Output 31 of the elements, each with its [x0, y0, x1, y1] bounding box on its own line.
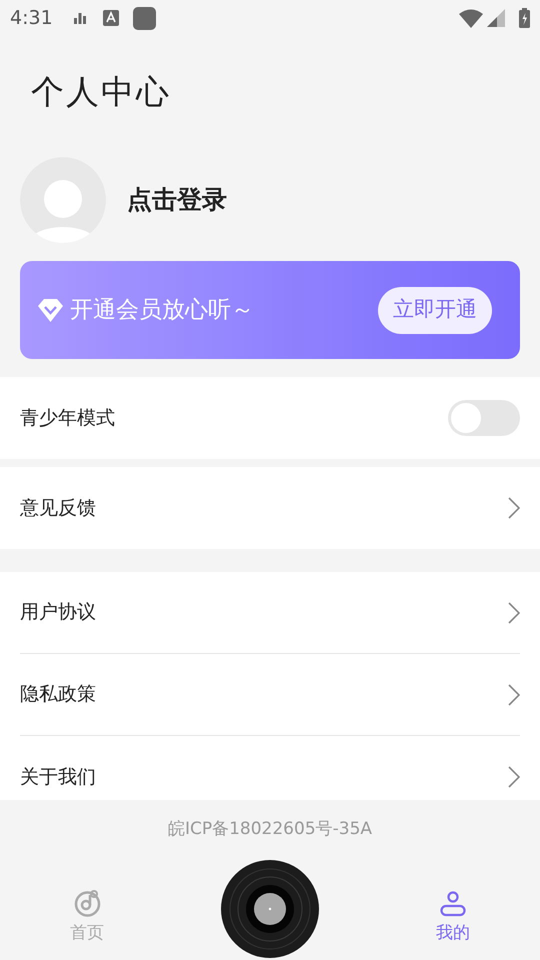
menu-label: 用户协议	[20, 600, 97, 626]
menu-item[interactable]: 隐私政策	[20, 654, 520, 736]
wifi-icon	[459, 8, 483, 28]
chevron-right-icon	[508, 497, 520, 519]
chevron-right-icon	[508, 766, 520, 788]
keyboard-icon	[102, 10, 119, 26]
menu-label: 隐私政策	[20, 682, 97, 708]
menu-label: 意见反馈	[20, 496, 97, 521]
chevron-right-icon	[508, 684, 520, 706]
icp-text: 皖ICP备18022605号-35A	[168, 818, 372, 841]
app-icon	[132, 6, 156, 30]
battery-icon	[519, 8, 530, 28]
page-title: 个人中心	[31, 71, 171, 114]
menu-label: 关于我们	[20, 764, 97, 790]
vip-promo-text: 开通会员放心听～	[70, 296, 254, 325]
music-disc-icon	[74, 890, 100, 916]
signal-icon	[487, 9, 505, 27]
toggle-switch[interactable]	[448, 400, 520, 436]
activate-button[interactable]: 立即开通	[378, 286, 492, 334]
menu-item[interactable]: 用户协议	[20, 572, 520, 654]
chevron-right-icon	[508, 602, 520, 624]
bars-icon	[72, 12, 87, 24]
login-link[interactable]: 点击登录	[127, 181, 227, 219]
vinyl-record-icon[interactable]	[221, 860, 319, 958]
menu-label: 青少年模式	[20, 406, 116, 431]
status-time: 4:31	[10, 6, 53, 31]
person-icon	[440, 890, 466, 916]
diamond-icon	[38, 298, 63, 322]
menu-item[interactable]: 关于我们	[20, 736, 520, 800]
menu-item[interactable]: 意见反馈	[20, 467, 520, 549]
tab-item[interactable]: 我的	[413, 890, 493, 946]
